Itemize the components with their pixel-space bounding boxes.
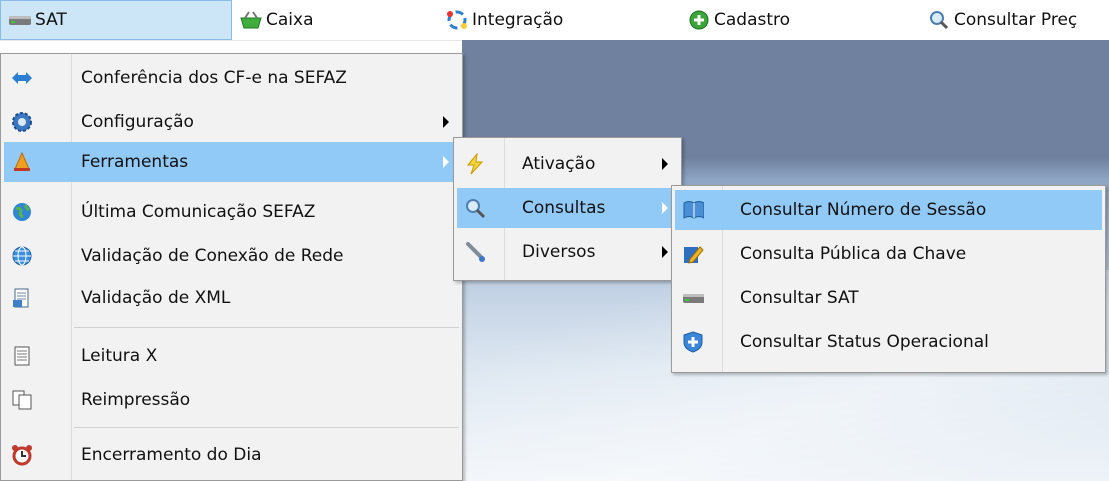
menubar-consultar-preco-label: Consultar Preç [954, 10, 1078, 30]
menu-item-validacao-xml[interactable]: Validação de XML [4, 278, 459, 318]
double-arrow-icon [11, 67, 33, 89]
submenu-item-ativacao[interactable]: Ativação [457, 144, 678, 184]
gear-icon [11, 111, 33, 133]
submenu-item-consultar-numero-sessao[interactable]: Consultar Número de Sessão [675, 190, 1102, 230]
menu-item-ultima-comunicacao[interactable]: Última Comunicação SEFAZ [4, 192, 459, 232]
menu-item-validacao-conexao[interactable]: Validação de Conexão de Rede [4, 236, 459, 276]
submenu-item-consultar-sat[interactable]: Consultar SAT [675, 278, 1102, 318]
copy-document-icon [11, 389, 33, 411]
menubar-integracao-label: Integração [472, 10, 564, 30]
submenu-item-ativacao-label: Ativação [522, 154, 596, 174]
sat-menu: Conferência dos CF-e na SEFAZ Configuraç… [0, 53, 463, 481]
menu-item-leitura-x-label: Leitura X [81, 346, 158, 366]
book-icon [682, 199, 704, 221]
submenu-item-diversos-label: Diversos [522, 242, 596, 262]
menu-item-ferramentas[interactable]: Ferramentas [4, 142, 459, 182]
menubar-sat[interactable]: SAT [0, 0, 232, 40]
lightning-icon [464, 153, 486, 175]
menu-item-reimpressao[interactable]: Reimpressão [4, 380, 459, 420]
magnifier-icon [464, 197, 486, 219]
submenu-item-consulta-publica[interactable]: Consulta Pública da Chave [675, 234, 1102, 274]
menubar-caixa-label: Caixa [266, 10, 314, 30]
submenu-arrow-icon [662, 246, 668, 258]
submenu-item-status-operacional[interactable]: Consultar Status Operacional [675, 322, 1102, 362]
submenu-item-consultar-sat-label: Consultar SAT [740, 288, 859, 308]
submenu-item-consulta-publica-label: Consulta Pública da Chave [740, 244, 967, 264]
menu-item-conferencia-label: Conferência dos CF-e na SEFAZ [81, 68, 347, 88]
menu-item-validacao-xml-label: Validação de XML [81, 288, 231, 308]
submenu-item-diversos[interactable]: Diversos [457, 232, 678, 272]
submenu-arrow-icon [443, 156, 449, 168]
consultas-submenu: Consultar Número de Sessão Consulta Públ… [671, 185, 1106, 373]
globe-icon [11, 201, 33, 223]
menu-item-encerramento-label: Encerramento do Dia [81, 445, 262, 465]
submenu-item-consultas[interactable]: Consultas [457, 188, 678, 228]
submenu-arrow-icon [662, 158, 668, 170]
ferramentas-submenu: Ativação Consultas Diversos [453, 137, 682, 281]
menu-item-reimpressao-label: Reimpressão [81, 390, 191, 410]
alarm-clock-icon [11, 444, 33, 466]
menu-item-configuracao[interactable]: Configuração [4, 102, 459, 142]
basket-icon [238, 9, 264, 31]
menubar-caixa[interactable]: Caixa [232, 0, 432, 40]
submenu-item-status-operacional-label: Consultar Status Operacional [740, 332, 989, 352]
menu-item-conferencia[interactable]: Conferência dos CF-e na SEFAZ [4, 58, 459, 98]
wrench-icon [464, 241, 486, 263]
submenu-arrow-icon [443, 116, 449, 128]
submenu-item-consultas-label: Consultas [522, 198, 606, 218]
menu-item-configuracao-label: Configuração [81, 112, 194, 132]
menubar: SAT Caixa Integração Cadastro Consultar … [0, 0, 1109, 41]
menu-item-ferramentas-label: Ferramentas [81, 152, 189, 172]
sat-device-icon [7, 9, 33, 31]
menubar-integracao[interactable]: Integração [438, 0, 678, 40]
menubar-cadastro-label: Cadastro [714, 10, 791, 30]
menu-item-encerramento[interactable]: Encerramento do Dia [4, 435, 459, 475]
menubar-cadastro[interactable]: Cadastro [680, 0, 920, 40]
shield-icon [682, 331, 704, 353]
menubar-sat-label: SAT [35, 10, 67, 30]
menu-item-validacao-conexao-label: Validação de Conexão de Rede [81, 246, 344, 266]
integration-icon [444, 9, 470, 31]
submenu-arrow-icon [662, 202, 668, 214]
menu-separator [74, 327, 459, 328]
menubar-consultar-preco[interactable]: Consultar Preç [920, 0, 1109, 40]
magnifier-icon [926, 9, 952, 31]
menu-item-ultima-comunicacao-label: Última Comunicação SEFAZ [81, 202, 316, 222]
submenu-item-consultar-numero-sessao-label: Consultar Número de Sessão [740, 200, 987, 220]
network-globe-icon [11, 245, 33, 267]
menu-item-leitura-x[interactable]: Leitura X [4, 336, 459, 376]
add-circle-icon [686, 9, 712, 31]
tools-icon [11, 151, 33, 173]
document-icon [11, 345, 33, 367]
menu-separator [74, 427, 459, 428]
sat-device-icon [682, 287, 704, 309]
edit-document-icon [682, 243, 704, 265]
xml-document-icon [11, 287, 33, 309]
